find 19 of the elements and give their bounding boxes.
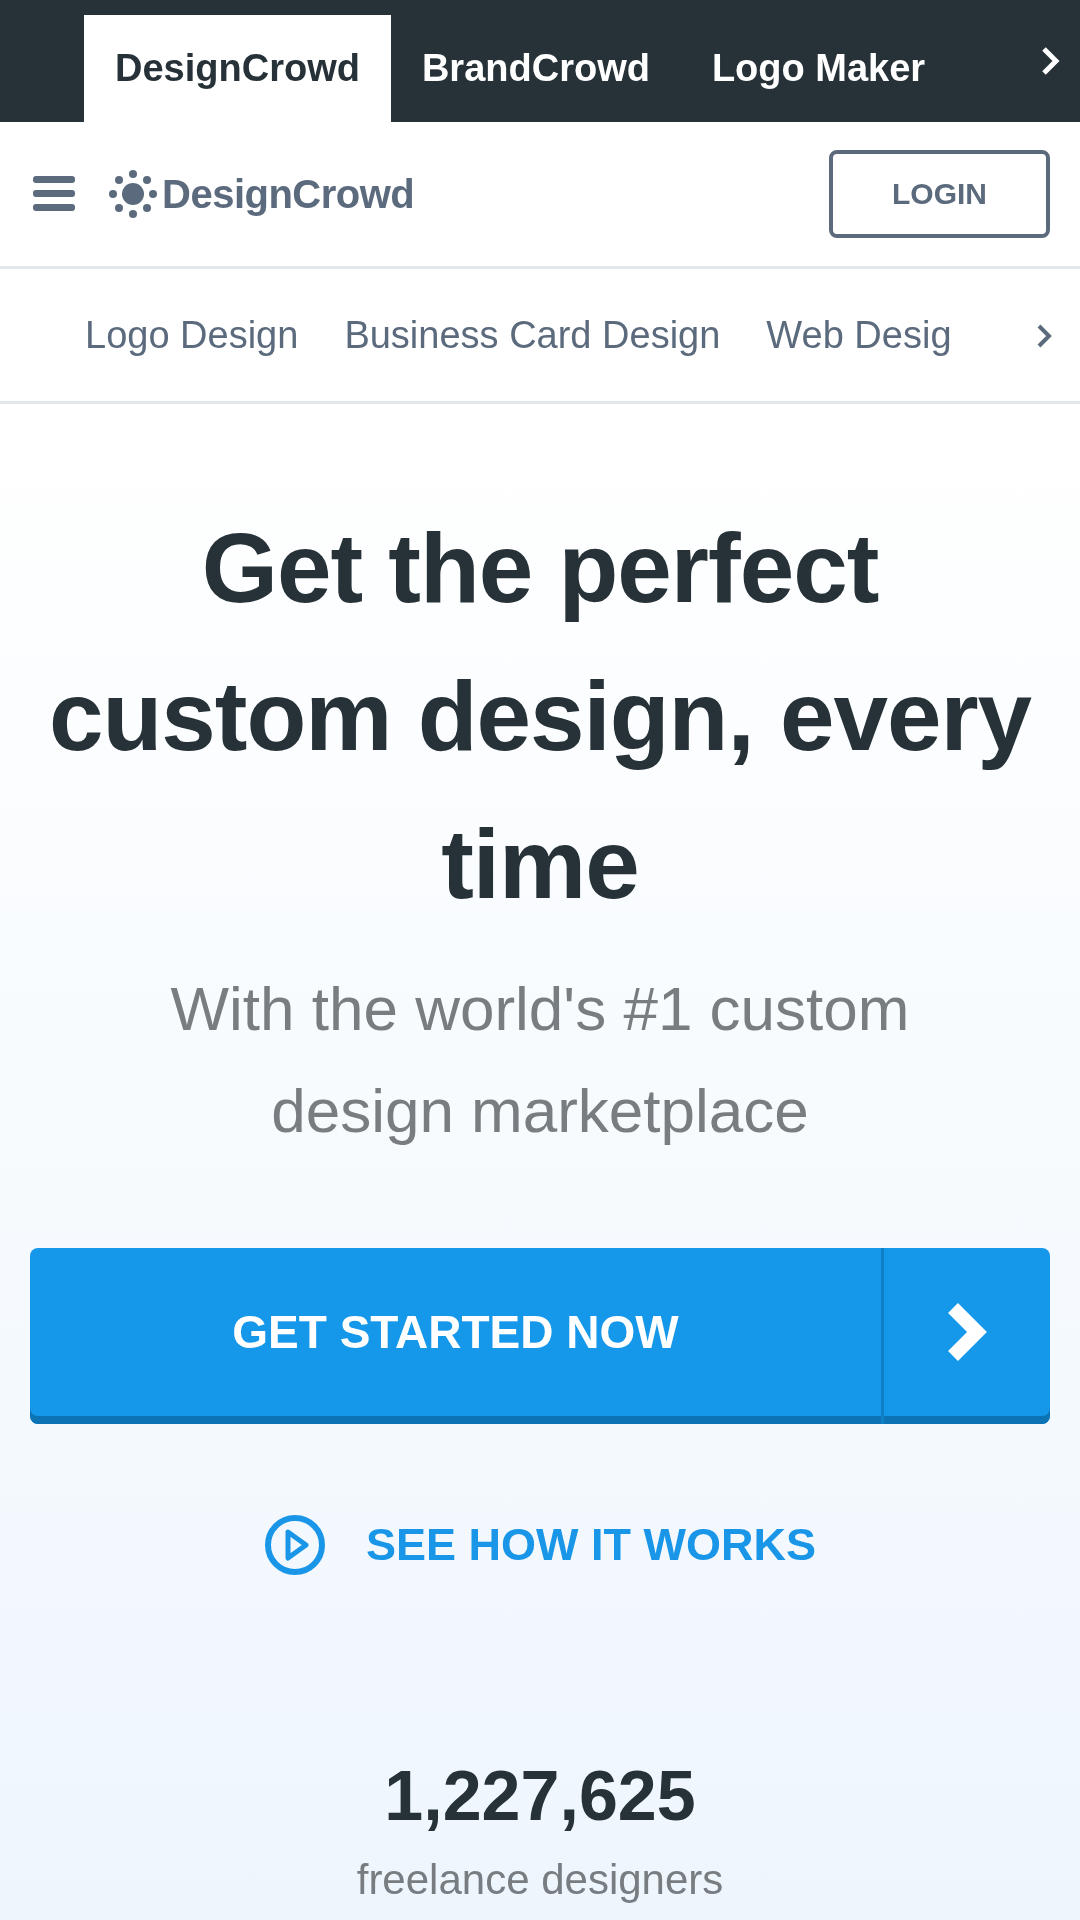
menu-icon[interactable] xyxy=(33,176,75,212)
category-link[interactable]: Business Card Design xyxy=(344,313,721,357)
category-link[interactable]: Logo Design xyxy=(85,313,299,357)
starburst-icon xyxy=(108,169,158,219)
see-how-it-works-link[interactable]: SEE HOW IT WORKS xyxy=(366,1519,816,1571)
category-link[interactable]: Web Desig xyxy=(766,313,952,357)
brand-tab[interactable]: BrandCrowd xyxy=(390,15,681,122)
designer-count-label: freelance designers xyxy=(356,1856,724,1904)
brand-tab[interactable]: DesignCrowd xyxy=(84,15,391,122)
hero-subtitle: With the world's #1 custom design marketplace xyxy=(169,973,911,1147)
get-started-button[interactable]: GET STARTED NOW xyxy=(30,1248,1050,1424)
hero-title: Get the perfect custom design, every time xyxy=(47,512,1033,921)
logo-text[interactable]: DesignCrowd xyxy=(162,171,415,217)
login-button[interactable]: LOGIN xyxy=(829,150,1050,238)
play-icon[interactable] xyxy=(264,1514,326,1576)
designer-count: 1,227,625 xyxy=(384,1756,696,1836)
brand-tab[interactable]: Logo Maker xyxy=(680,15,957,122)
chevron-right-icon xyxy=(945,1302,989,1362)
chevron-right-icon[interactable] xyxy=(1040,46,1060,76)
